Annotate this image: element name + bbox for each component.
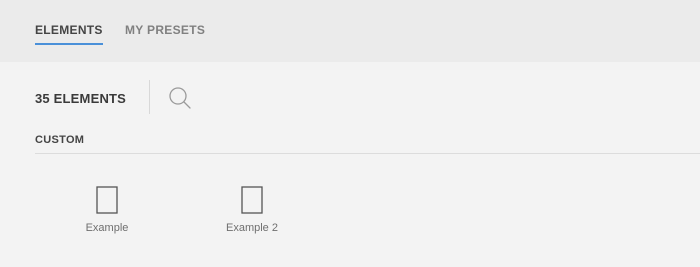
tabs-bar: ELEMENTS MY PRESETS [0, 0, 700, 62]
section-title-custom: CUSTOM [35, 134, 85, 146]
elements-toolbar: 35 ELEMENTS [0, 62, 700, 132]
element-label: Example 2 [226, 222, 278, 234]
toolbar-divider [149, 80, 150, 114]
element-example-2[interactable]: Example 2 [207, 184, 297, 244]
elements-count: 35 ELEMENTS [35, 91, 127, 106]
section-divider [35, 153, 700, 154]
element-icon [96, 186, 118, 214]
element-label: Example [85, 222, 129, 234]
tab-elements[interactable]: ELEMENTS [35, 23, 103, 45]
search-icon [169, 87, 191, 109]
tab-my-presets[interactable]: MY PRESETS [125, 23, 205, 43]
search-button[interactable] [167, 85, 193, 111]
element-icon [241, 186, 263, 214]
element-example[interactable]: Example [62, 184, 152, 244]
